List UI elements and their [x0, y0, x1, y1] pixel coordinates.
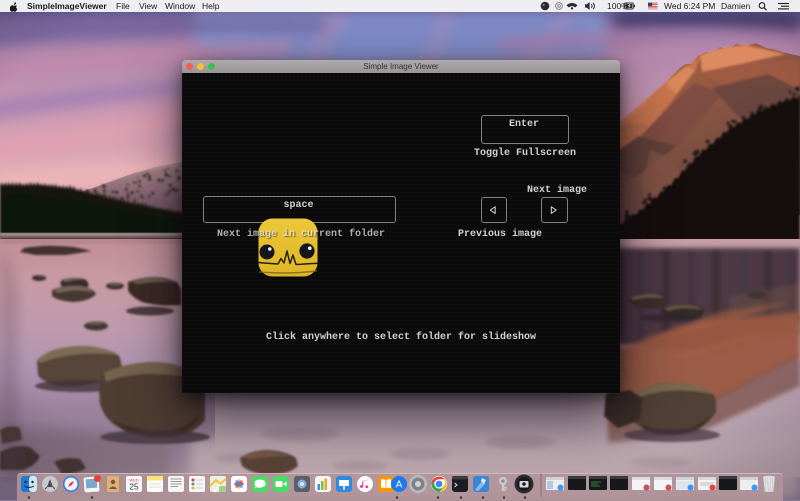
svg-text:25: 25 [130, 483, 139, 492]
svg-text:A: A [396, 480, 403, 491]
